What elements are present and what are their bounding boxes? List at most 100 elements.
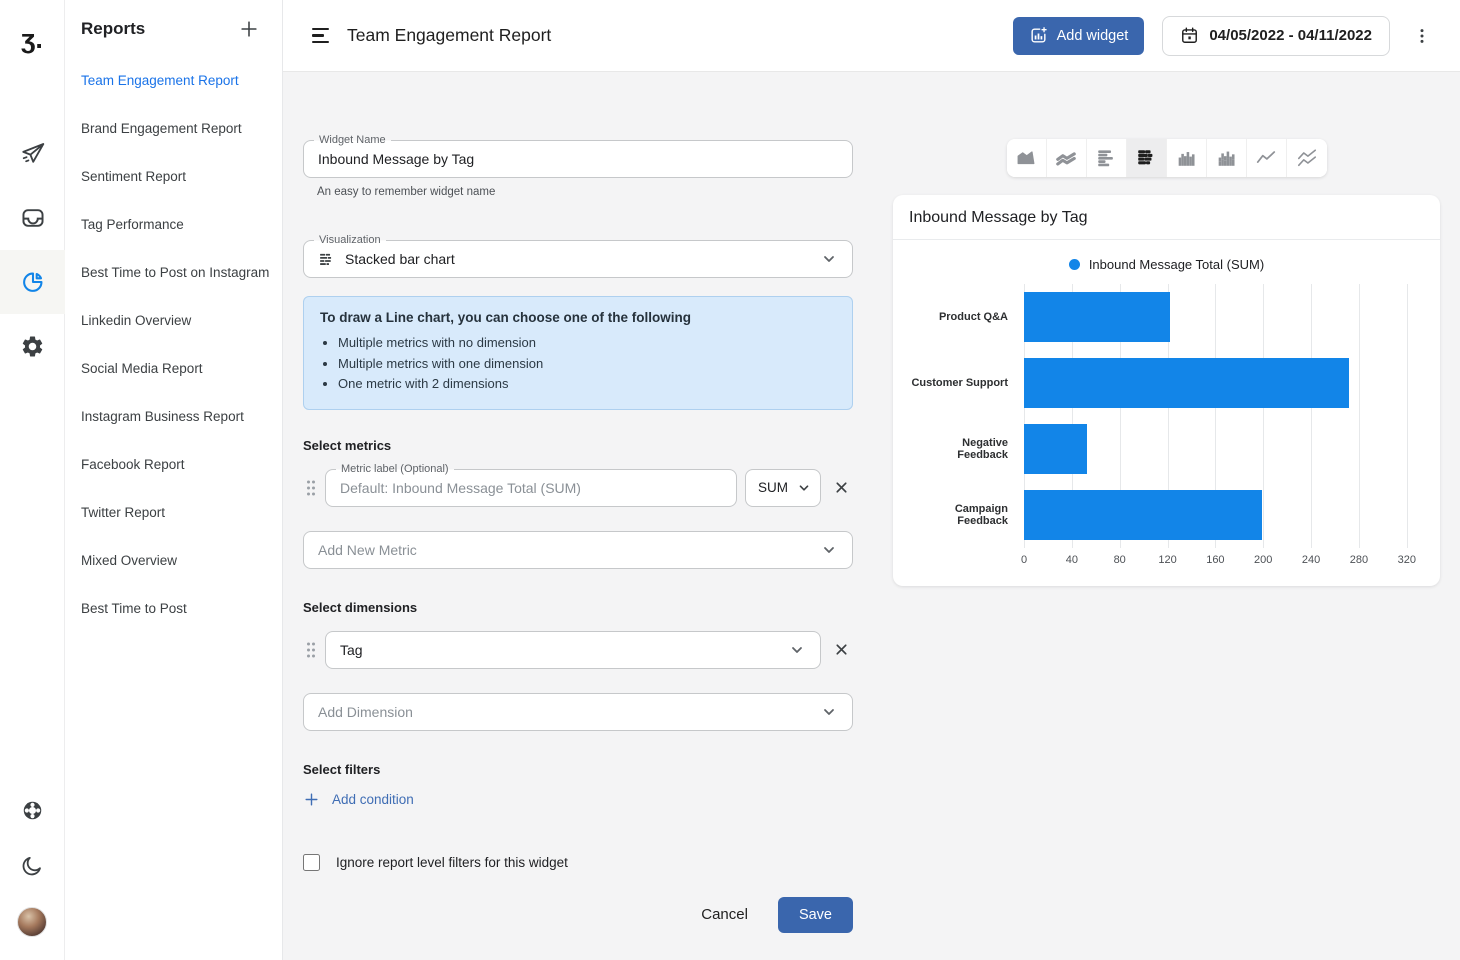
inbox-icon [20,205,46,231]
chart-type-stacked-line[interactable] [1287,139,1327,177]
widget-name-label: Widget Name [314,133,391,147]
add-condition-button[interactable]: Add condition [303,791,414,808]
chart-type-area[interactable] [1007,139,1047,177]
chart-type-column[interactable] [1167,139,1207,177]
reports-sidebar: Reports Team Engagement ReportBrand Enga… [65,0,283,960]
ignore-filters-checkbox[interactable] [303,854,320,871]
select-metrics-heading: Select metrics [303,438,853,453]
plus-icon [303,791,320,808]
aggregation-select[interactable]: SUM [745,469,821,507]
stacked-column-chart-icon [1215,147,1237,169]
icon-rail: ʒ. [0,0,65,960]
chevron-down-icon [820,703,838,721]
add-report-button[interactable] [238,18,260,40]
chart-bar-row-negative-feedback: Negative Feedback [909,416,1424,482]
line-chart-icon [1255,147,1277,169]
line-chart-info-box: To draw a Line chart, you can choose one… [303,296,853,410]
save-button[interactable]: Save [778,897,853,933]
sidebar-item-sentiment-report[interactable]: Sentiment Report [65,152,282,200]
plus-icon [238,18,260,40]
chart-type-bar[interactable] [1087,139,1127,177]
nav-help[interactable] [0,782,65,838]
bar [1024,358,1349,408]
category-label: Campaign Feedback [909,503,1008,527]
widget-name-input[interactable] [318,151,838,167]
sidebar-item-best-time-to-post[interactable]: Best Time to Post [65,584,282,632]
legend-dot [1069,259,1080,270]
nav-reports[interactable] [0,250,65,314]
chart-type-toolbar [1007,139,1327,177]
x-tick-label: 80 [1114,554,1126,566]
cancel-button[interactable]: Cancel [701,906,748,923]
date-range-label: 04/05/2022 - 04/11/2022 [1209,27,1372,44]
chart-bar-row-product-q-a: Product Q&A [909,284,1424,350]
remove-dimension-button[interactable] [830,638,853,661]
chart-type-stacked-bar[interactable] [1127,139,1167,177]
sidebar-item-twitter-report[interactable]: Twitter Report [65,488,282,536]
reports-sidebar-header: Reports [65,10,282,48]
metric-label-input[interactable] [340,480,722,496]
bar-track [1024,292,1424,342]
bar-track [1024,424,1424,474]
info-bullet-list: Multiple metrics with no dimension Multi… [338,333,836,395]
nav-settings[interactable] [0,314,65,378]
more-options-button[interactable] [1408,22,1436,50]
avatar[interactable] [17,907,47,937]
x-tick-label: 240 [1302,554,1320,566]
category-label: Negative Feedback [909,437,1008,461]
chevron-down-icon [820,541,838,559]
select-filters-heading: Select filters [303,762,853,777]
menu-icon[interactable] [312,28,329,43]
area-chart-icon [1015,147,1037,169]
dimension-select[interactable]: Tag [325,631,821,669]
metric-label-label: Metric label (Optional) [336,462,454,476]
page-title: Team Engagement Report [347,25,551,46]
bar-track [1024,490,1424,540]
nav-publish[interactable] [0,122,65,186]
pie-chart-icon [20,269,46,295]
remove-metric-button[interactable] [830,476,853,499]
chart-type-stacked-area[interactable] [1047,139,1087,177]
dimension-value: Tag [340,642,363,658]
legend-item[interactable]: Inbound Message Total (SUM) [1069,257,1264,272]
bar [1024,292,1170,342]
nav-account[interactable] [0,894,65,950]
nav-inbox[interactable] [0,186,65,250]
sidebar-item-social-media-report[interactable]: Social Media Report [65,344,282,392]
stacked-bar-chart-icon [318,251,335,268]
sidebar-item-tag-performance[interactable]: Tag Performance [65,200,282,248]
sidebar-item-mixed-overview[interactable]: Mixed Overview [65,536,282,584]
sidebar-item-instagram-business-report[interactable]: Instagram Business Report [65,392,282,440]
chart-type-stacked-column[interactable] [1207,139,1247,177]
info-bullet: Multiple metrics with no dimension [338,333,836,354]
chevron-down-icon [788,641,806,659]
sidebar-item-facebook-report[interactable]: Facebook Report [65,440,282,488]
add-dimension-select[interactable]: Add Dimension [303,693,853,731]
app-logo[interactable]: ʒ. [0,0,64,78]
sidebar-item-linkedin-overview[interactable]: Linkedin Overview [65,296,282,344]
sidebar-item-team-engagement-report[interactable]: Team Engagement Report [65,56,282,104]
close-icon [833,479,850,496]
widget-editor-form: Widget Name An easy to remember widget n… [303,72,853,960]
chart-bar-row-customer-support: Customer Support [909,350,1424,416]
add-widget-button[interactable]: Add widget [1013,17,1145,55]
gear-icon [20,334,45,359]
sidebar-item-best-time-to-post-on-instagram[interactable]: Best Time to Post on Instagram [65,248,282,296]
rail-bottom [0,782,64,960]
drag-handle-icon[interactable] [303,640,319,660]
visualization-select[interactable]: Visualization Stacked bar chart [303,240,853,278]
date-range-button[interactable]: 04/05/2022 - 04/11/2022 [1162,16,1390,56]
moon-icon [20,854,44,878]
nav-dark-mode[interactable] [0,838,65,894]
widget-name-field-wrap: Widget Name [303,140,853,178]
drag-handle-icon[interactable] [303,478,319,498]
metric-row: Metric label (Optional) SUM [303,469,853,507]
add-new-metric-select[interactable]: Add New Metric [303,531,853,569]
chart-type-line[interactable] [1247,139,1287,177]
topbar-actions: Add widget 04/05/2022 - 04/11/2022 [1013,16,1436,56]
sidebar-item-brand-engagement-report[interactable]: Brand Engagement Report [65,104,282,152]
ignore-filters-label: Ignore report level filters for this wid… [336,855,568,870]
add-new-metric-placeholder: Add New Metric [318,542,417,558]
reports-title: Reports [81,19,145,39]
bar-chart-icon [1095,147,1117,169]
